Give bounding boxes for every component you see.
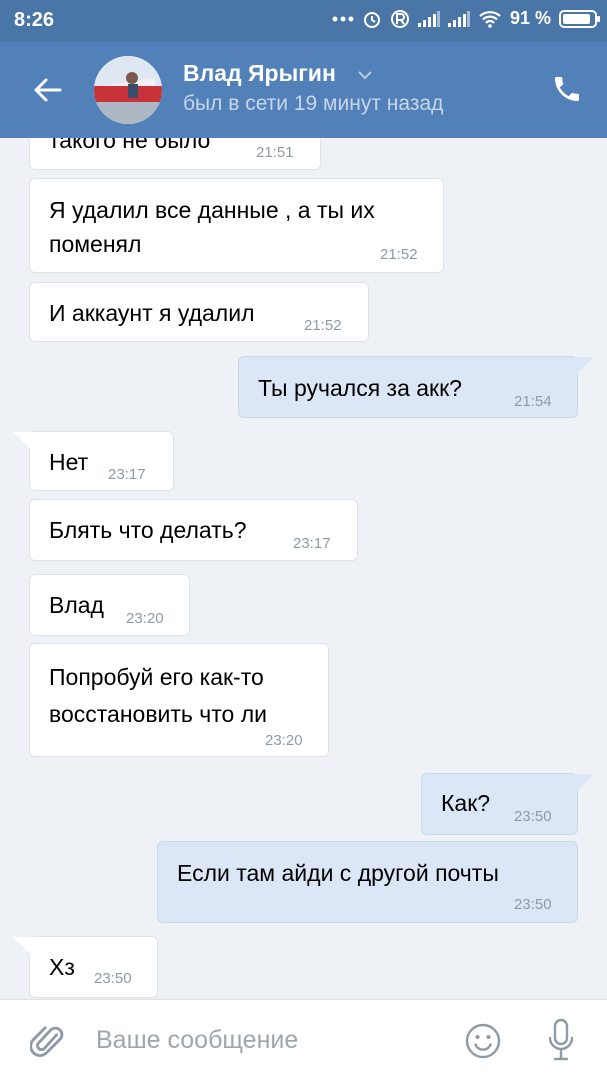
phone-icon[interactable] xyxy=(551,72,583,106)
smile-icon[interactable] xyxy=(464,1022,502,1060)
message-input[interactable]: Ваше сообщение xyxy=(96,1026,298,1055)
message-bubble-incoming[interactable]: Блять что делать? 23:17 xyxy=(29,499,358,561)
wifi-icon xyxy=(479,10,501,28)
status-icons: 91 % xyxy=(332,8,600,29)
message-text: Хз xyxy=(49,954,75,980)
chevron-down-icon[interactable] xyxy=(356,68,374,82)
message-bubble-incoming[interactable]: Хз 23:50 xyxy=(13,936,158,998)
message-text: Ты ручался за акк? xyxy=(258,375,462,401)
message-text: И аккаунт я удалил xyxy=(49,300,255,326)
message-bubble-incoming[interactable]: И аккаунт я удалил 21:52 xyxy=(29,282,369,342)
message-bubble-incoming[interactable]: такого не было 21:51 xyxy=(29,138,321,170)
message-time: 21:51 xyxy=(256,144,294,161)
microphone-icon[interactable] xyxy=(546,1018,576,1062)
message-text: Я удалил все данные , а ты их xyxy=(49,197,375,223)
status-bar: 8:26 91 % xyxy=(0,0,607,42)
message-text: Влад xyxy=(49,592,104,618)
message-bubble-outgoing[interactable]: Ты ручался за акк? 21:54 xyxy=(238,356,594,418)
registered-icon xyxy=(390,9,409,28)
avatar[interactable] xyxy=(94,56,162,124)
message-time: 23:17 xyxy=(293,535,331,552)
message-time: 21:52 xyxy=(304,317,342,334)
message-text: восстановить что ли xyxy=(49,701,267,727)
battery-percent: 91 % xyxy=(509,8,551,28)
battery-fill xyxy=(563,13,590,24)
bubble-tail xyxy=(574,357,594,374)
message-time: 21:52 xyxy=(380,246,418,263)
paperclip-icon[interactable] xyxy=(30,1022,66,1062)
message-bubble-incoming[interactable]: Я удалил все данные , а ты их поменял 21… xyxy=(29,178,444,273)
message-time: 23:17 xyxy=(108,466,146,483)
message-text: Нет xyxy=(49,449,89,475)
status-time: 8:26 xyxy=(14,9,55,31)
message-time: 23:20 xyxy=(126,610,164,627)
message-text: Как? xyxy=(441,790,491,816)
more-dots-icon xyxy=(332,16,354,21)
avatar-image xyxy=(94,56,162,124)
back-arrow-icon[interactable] xyxy=(30,72,66,108)
message-text: Попробуй его как-то xyxy=(49,664,264,690)
message-list[interactable]: такого не было 21:51 Я удалил все данные… xyxy=(0,138,607,999)
contact-status: был в сети 19 минут назад xyxy=(183,92,444,115)
message-time: 23:50 xyxy=(514,808,552,825)
message-text: такого не было xyxy=(49,138,211,153)
alarm-icon xyxy=(363,11,380,28)
message-text: поменял xyxy=(49,231,142,257)
bubble-tail xyxy=(574,774,594,791)
message-bubble-outgoing[interactable]: Как? 23:50 xyxy=(421,773,594,835)
bubble-tail xyxy=(13,432,33,449)
message-time: 21:54 xyxy=(514,393,552,410)
message-bubble-outgoing[interactable]: Если там айди с другой почты 23:50 xyxy=(157,841,578,923)
message-text: Блять что делать? xyxy=(49,517,247,543)
message-time: 23:50 xyxy=(514,896,552,913)
signal-icon xyxy=(417,10,440,27)
bubble-tail xyxy=(13,937,33,954)
message-bubble-incoming[interactable]: Попробуй его как-то восстановить что ли … xyxy=(29,643,329,757)
message-time: 23:20 xyxy=(265,732,303,749)
battery-icon xyxy=(559,9,600,28)
chat-header: Влад Ярыгин был в сети 19 минут назад xyxy=(0,42,607,138)
message-text: Если там айди с другой почты xyxy=(177,860,499,886)
message-bubble-incoming[interactable]: Нет 23:17 xyxy=(13,431,174,491)
contact-name[interactable]: Влад Ярыгин xyxy=(183,60,336,87)
signal-icon xyxy=(447,10,470,27)
message-bubble-incoming[interactable]: Влад 23:20 xyxy=(29,574,190,636)
message-input-bar: Ваше сообщение xyxy=(0,999,607,1080)
message-time: 23:50 xyxy=(94,970,132,987)
